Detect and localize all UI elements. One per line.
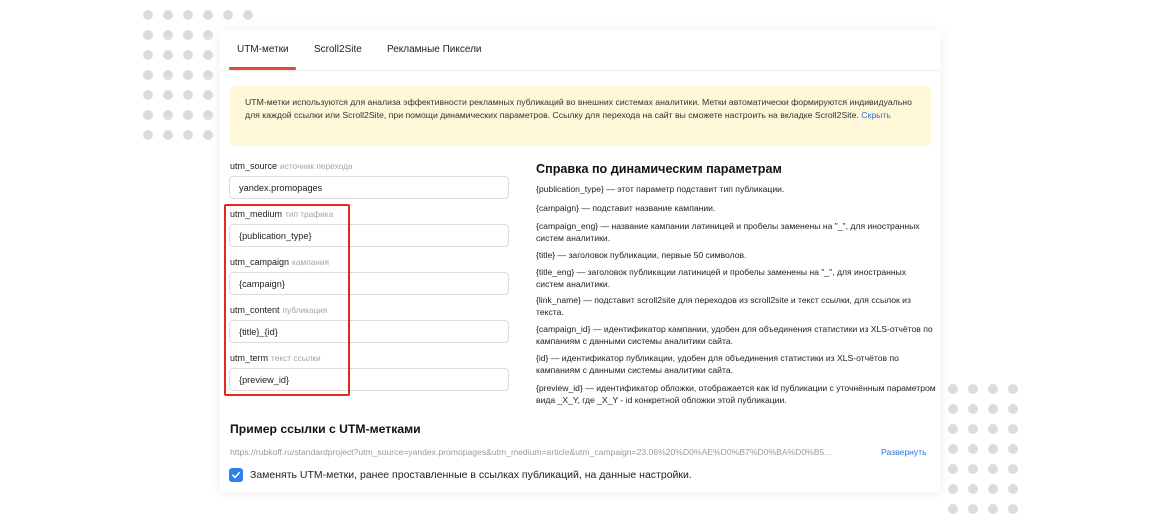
decorative-dot [968,504,978,514]
decorative-dot [1008,464,1018,474]
decorative-dot [1008,384,1018,394]
decorative-dot [163,90,173,100]
decorative-dot [143,90,153,100]
help-item: {title} — заголовок публикации, первые 5… [536,250,747,260]
decorative-dot [948,404,958,414]
decorative-dot [183,110,193,120]
help-item: {id} — идентификатор публикации, удобен … [536,353,899,376]
decorative-dot [968,484,978,494]
decorative-dot [143,30,153,40]
tab-bar: UTM-метки Scroll2Site Рекламные Пиксели [220,30,940,71]
replace-utm-checkbox[interactable] [229,468,243,482]
decorative-dot [203,10,213,20]
decorative-dot [243,10,253,20]
help-item: {link_name} — подставит scroll2site для … [536,295,911,318]
decorative-dot [988,504,998,514]
decorative-dot [968,424,978,434]
decorative-dot [948,504,958,514]
input-value: yandex.promopages [239,182,323,193]
decorative-dot [948,464,958,474]
help-item: {preview_id} — идентификатор обложки, от… [536,383,936,406]
decorative-dot [1008,504,1018,514]
decorative-dot [203,130,213,140]
active-tab-indicator [229,67,296,70]
decorative-dot [163,10,173,20]
decorative-dot [163,50,173,60]
decorative-dot [203,50,213,60]
highlight-frame [224,204,350,396]
decorative-dot [203,110,213,120]
tab-scroll2site[interactable]: Scroll2Site [314,44,362,55]
decorative-dot [968,444,978,454]
decorative-dot [143,70,153,80]
decorative-dot [183,50,193,60]
info-notice: UTM-метки используются для анализа эффек… [230,86,931,146]
help-item: {campaign} — подставит название кампании… [536,203,716,213]
utm-source-label: utm_source источник перехода [230,161,353,171]
help-title: Справка по динамическим параметрам [536,162,782,176]
help-item: {publication_type} — этот параметр подст… [536,184,785,194]
decorative-dot [143,50,153,60]
decorative-dot [163,30,173,40]
notice-text: UTM-метки используются для анализа эффек… [245,97,912,120]
decorative-dot [988,384,998,394]
decorative-dot [968,404,978,414]
tab-ad-pixels[interactable]: Рекламные Пиксели [387,44,482,55]
decorative-dot [988,444,998,454]
decorative-dot [163,130,173,140]
decorative-dot [143,130,153,140]
help-item: {title_eng} — заголовок публикации латин… [536,267,907,290]
decorative-dot [163,70,173,80]
decorative-dot [203,70,213,80]
decorative-dot [183,90,193,100]
decorative-dot [1008,404,1018,414]
decorative-dot [183,10,193,20]
field-hint: источник перехода [280,161,353,171]
decorative-dot [143,110,153,120]
decorative-dot [988,484,998,494]
tab-utm[interactable]: UTM-метки [237,44,289,55]
decorative-dot [988,424,998,434]
help-item: {campaign_eng} — название кампании латин… [536,221,920,244]
decorative-dot [1008,424,1018,434]
decorative-dot [948,484,958,494]
decorative-dot [163,110,173,120]
help-item: {campaign_id} — идентификатор кампании, … [536,324,933,347]
decorative-dot [968,384,978,394]
decorative-dot [183,70,193,80]
checkmark-icon [232,471,241,479]
hide-notice-link[interactable]: Скрыть [861,110,891,120]
decorative-dot [203,90,213,100]
decorative-dot [948,384,958,394]
decorative-dot [1008,444,1018,454]
decorative-dot [948,424,958,434]
decorative-dot [223,10,233,20]
decorative-dot [968,464,978,474]
decorative-dot [143,10,153,20]
decorative-dot [183,30,193,40]
field-name: utm_source [230,161,278,171]
example-url: https://rubkoff.ru/standardproject?utm_s… [230,447,832,457]
decorative-dot [948,444,958,454]
expand-link[interactable]: Развернуть [881,447,927,457]
replace-utm-label: Заменять UTM-метки, ранее проставленные … [250,469,692,481]
utm-source-input[interactable]: yandex.promopages [229,176,509,199]
decorative-dot [988,404,998,414]
example-title: Пример ссылки с UTM-метками [230,422,421,436]
decorative-dot [203,30,213,40]
decorative-dot [988,464,998,474]
decorative-dot [183,130,193,140]
decorative-dot [1008,484,1018,494]
